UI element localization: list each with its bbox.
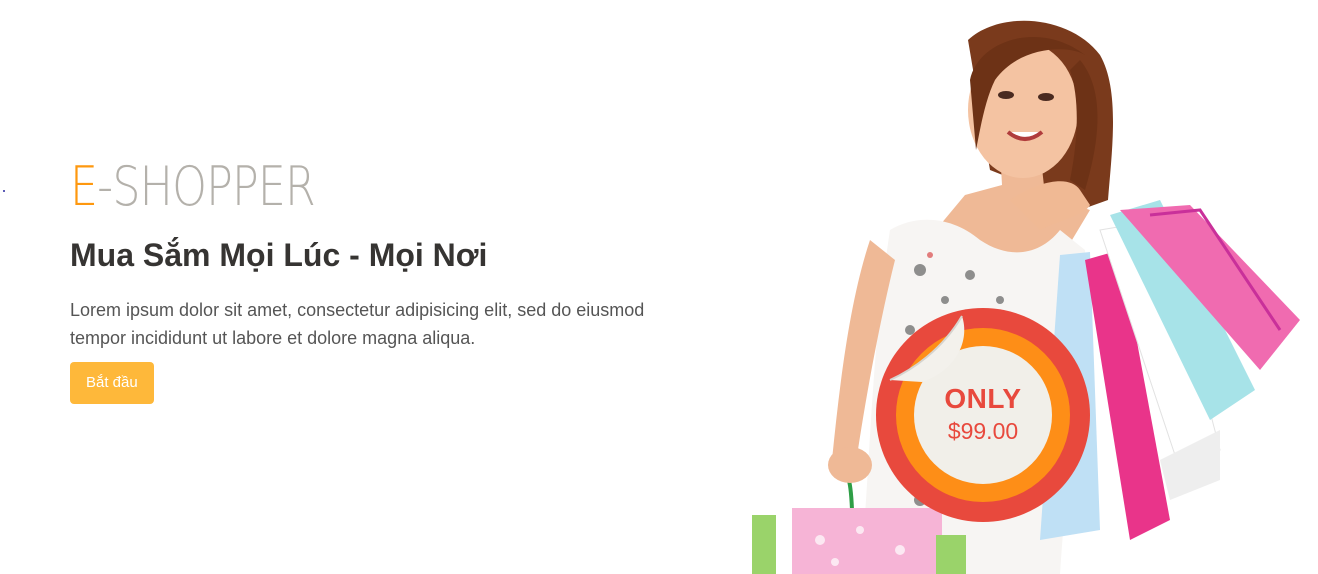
- brand-title-rest: -SHOPPER: [97, 155, 316, 218]
- get-started-button[interactable]: Bắt đầu: [70, 362, 154, 405]
- brand-title: E-SHOPPER: [70, 160, 546, 214]
- price-badge: ONLY $99.00: [876, 308, 1090, 522]
- slide-text: E-SHOPPER Mua Sắm Mọi Lúc - Mọi Nơi Lore…: [70, 160, 650, 405]
- slide-description: Lorem ipsum dolor sit amet, consectetur …: [70, 300, 645, 349]
- brand-title-accent: E: [70, 155, 98, 218]
- badge-price: $99.00: [947, 418, 1019, 444]
- stray-dot: [3, 190, 5, 192]
- slide-tagline: Mua Sắm Mọi Lúc - Mọi Nơi: [70, 237, 488, 273]
- page-curl-icon: [889, 315, 965, 382]
- badge-label: ONLY: [944, 383, 1022, 414]
- hero-slide: E-SHOPPER Mua Sắm Mọi Lúc - Mọi Nơi Lore…: [0, 0, 1318, 574]
